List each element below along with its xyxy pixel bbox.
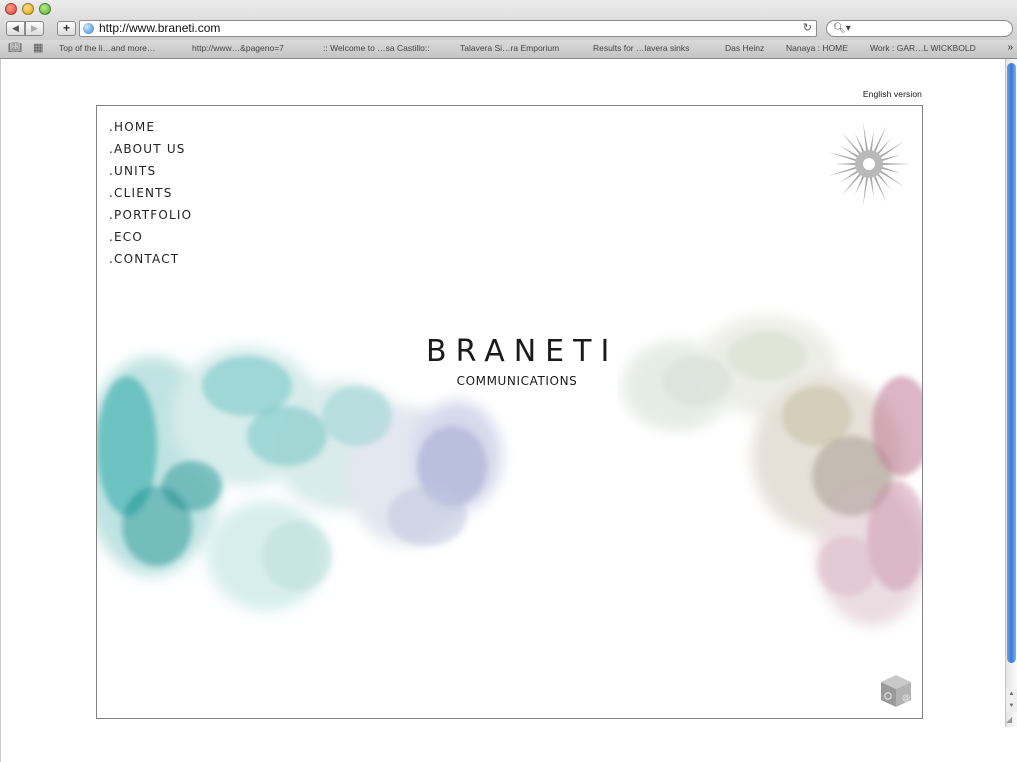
- more-bookmarks-button[interactable]: »: [1007, 42, 1013, 54]
- reload-icon[interactable]: ↻: [803, 21, 812, 36]
- address-bar[interactable]: http://www.braneti.com ↻: [79, 20, 817, 37]
- main-nav: .HOME .ABOUT US .UNITS .CLIENTS .PORTFOL…: [109, 118, 192, 272]
- grid-icon[interactable]: ▦: [33, 42, 43, 54]
- nav-units[interactable]: .UNITS: [109, 162, 192, 184]
- nav-contact[interactable]: .CONTACT: [109, 250, 192, 272]
- english-version-link[interactable]: English version: [850, 89, 922, 99]
- resize-grip-icon[interactable]: ◢: [1006, 715, 1016, 725]
- open-book-icon[interactable]: 📖︎: [8, 42, 22, 54]
- site-frame: .HOME .ABOUT US .UNITS .CLIENTS .PORTFOL…: [96, 105, 923, 719]
- window-minimize-button[interactable]: [22, 3, 34, 15]
- nav-about-us[interactable]: .ABOUT US: [109, 140, 192, 162]
- browser-toolbar: ◀ ▶ + http://www.braneti.com ↻ 🔍︎▾: [0, 0, 1017, 41]
- scroll-up-arrow[interactable]: ▲: [1006, 689, 1017, 700]
- scrollbar-thumb[interactable]: [1007, 63, 1016, 663]
- vertical-scrollbar[interactable]: ▲ ▼: [1005, 59, 1017, 727]
- bookmark-item[interactable]: Talavera Si…ra Emporium: [460, 43, 559, 54]
- bookmark-item[interactable]: http://www…&pageno=7: [192, 43, 284, 54]
- svg-text:@: @: [902, 693, 910, 702]
- brand-name: BRANETI: [426, 334, 619, 369]
- nav-clients[interactable]: .CLIENTS: [109, 184, 192, 206]
- contact-cube-icon[interactable]: @: [878, 672, 914, 710]
- bookmark-item[interactable]: Results for …lavera sinks: [593, 43, 689, 54]
- nav-eco[interactable]: .ECO: [109, 228, 192, 250]
- scroll-down-arrow[interactable]: ▼: [1006, 701, 1017, 712]
- site-globe-icon: [83, 23, 94, 34]
- window-zoom-button[interactable]: [39, 3, 51, 15]
- brand-block: BRANETI COMMUNICATIONS: [417, 334, 617, 388]
- window-close-button[interactable]: [5, 3, 17, 15]
- plus-icon: +: [62, 21, 70, 35]
- add-bookmark-button[interactable]: +: [57, 21, 76, 36]
- search-field[interactable]: 🔍︎▾: [826, 20, 1013, 37]
- brand-tagline: COMMUNICATIONS: [456, 374, 578, 388]
- bookmark-item[interactable]: Top of the li…and more…: [59, 43, 155, 54]
- nav-portfolio[interactable]: .PORTFOLIO: [109, 206, 192, 228]
- rose-smoke-image: [622, 316, 922, 626]
- forward-arrow-icon: ▶: [31, 23, 38, 33]
- back-arrow-icon: ◀: [12, 23, 19, 33]
- bookmarks-bar: 📖︎ ▦ Top of the li…and more… http://www……: [0, 40, 1017, 59]
- bookmark-item[interactable]: :: Welcome to …sa Castillo::: [323, 43, 430, 54]
- sunburst-icon: [828, 122, 911, 206]
- page-edge: [0, 59, 1, 762]
- search-icon: 🔍︎▾: [833, 23, 851, 34]
- address-text[interactable]: http://www.braneti.com: [99, 21, 220, 36]
- bookmark-item[interactable]: Nanaya : HOME: [786, 43, 848, 54]
- bookmark-item[interactable]: Das Heinz: [725, 43, 764, 54]
- bookmark-item[interactable]: Work : GAR…L WICKBOLD: [870, 43, 976, 54]
- back-button[interactable]: ◀: [6, 21, 25, 36]
- nav-home[interactable]: .HOME: [109, 118, 192, 140]
- forward-button[interactable]: ▶: [25, 21, 44, 36]
